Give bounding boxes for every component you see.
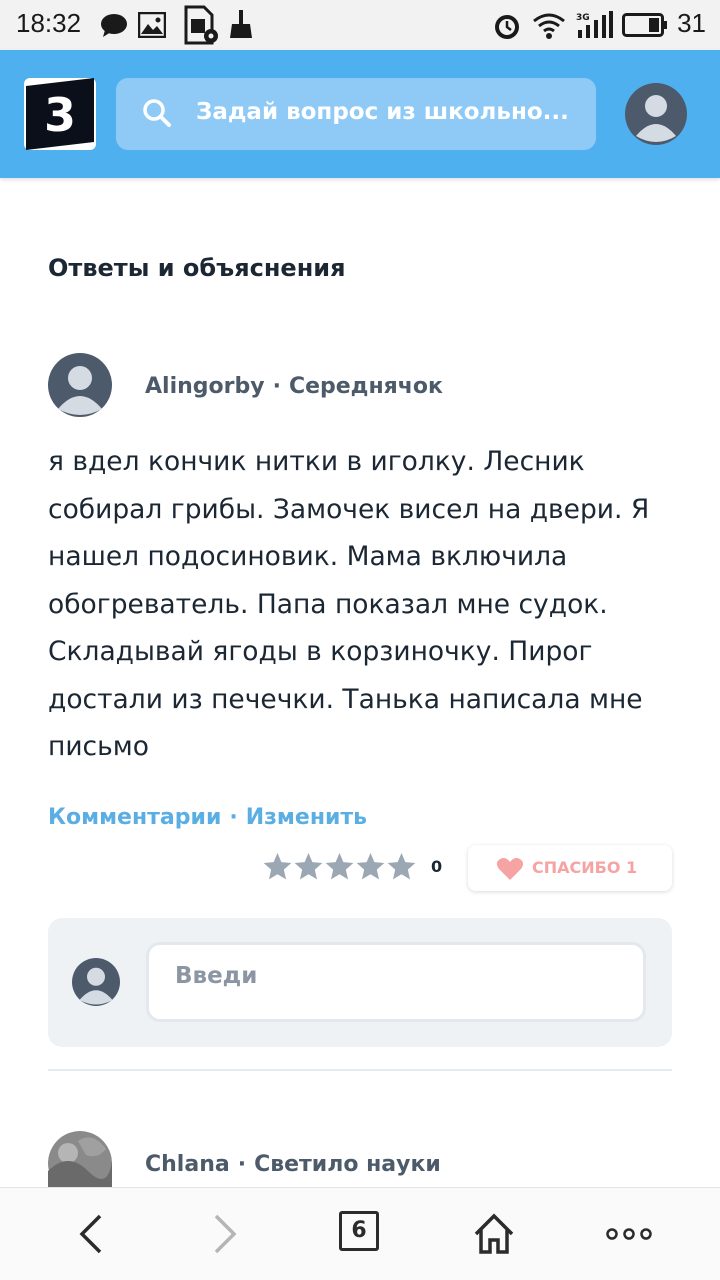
divider [48,1069,672,1071]
avatar-icon [72,958,120,1006]
tabs-button[interactable]: 6 [339,1211,379,1251]
app-header: 3 Задай вопрос из школьно... [0,50,720,178]
status-bar: 18:32 3G 31 [0,0,720,50]
heart-icon [496,857,524,880]
author-name[interactable]: Alingorby [145,374,265,399]
battery-icon [622,13,667,37]
home-icon[interactable] [472,1212,516,1256]
status-time: 18:32 [16,8,82,38]
answer-actions: Комментарии · Изменить [48,805,367,830]
comment-input[interactable]: Введи [146,942,646,1022]
search-bar[interactable]: Задай вопрос из школьно... [116,78,596,150]
browser-bottom-bar: 6 [0,1187,720,1280]
avatar-photo-icon [48,1131,112,1187]
comments-link[interactable]: Комментарии [48,805,221,830]
separator: · [272,374,281,399]
svg-text:3: 3 [44,88,76,142]
star-icon[interactable] [324,851,355,882]
author-info: Chlana · Светило науки [145,1152,441,1177]
rating-stars [262,851,417,885]
rating-count: 0 [431,857,443,876]
logo-icon: 3 [24,78,96,150]
battery-level: 31 [677,8,706,38]
star-icon[interactable] [355,851,386,882]
more-icon[interactable] [606,1228,652,1240]
author-rank: Середнячок [288,374,443,399]
wifi-icon [533,13,565,39]
star-icon[interactable] [262,851,293,882]
star-icon[interactable] [386,851,417,882]
search-icon [143,99,171,127]
search-placeholder: Задай вопрос из школьно... [196,99,569,125]
author-info: Alingorby · Середнячок [145,374,443,399]
avatar-icon [48,353,112,417]
sim-settings-icon [184,5,218,45]
author-avatar[interactable] [48,353,112,417]
broom-icon [230,10,252,38]
forward-arrow-icon[interactable] [210,1214,240,1254]
thanks-label: СПАСИБО 1 [532,858,638,877]
signal-icon: 3G [576,11,613,38]
separator: · [229,805,238,830]
comment-box: Введи [48,918,672,1047]
thanks-button[interactable]: СПАСИБО 1 [468,845,672,891]
author-avatar[interactable] [48,1131,112,1187]
commenter-avatar [72,958,120,1006]
brand-logo[interactable]: 3 [24,78,96,150]
back-arrow-icon[interactable] [76,1214,106,1254]
svg-text:3G: 3G [576,13,590,23]
answer-text: я вдел кончик нитки в иголку. Лесник соб… [48,446,650,762]
image-icon [138,12,166,38]
section-title: Ответы и объяснения [48,254,346,282]
edit-link[interactable]: Изменить [246,805,367,830]
author-name[interactable]: Chlana [145,1152,230,1177]
chat-bubble-icon [101,14,127,37]
author-rank: Светило науки [254,1152,441,1177]
alarm-icon [495,15,519,39]
separator: · [237,1152,247,1177]
star-icon[interactable] [293,851,324,882]
avatar-icon [625,83,687,145]
user-avatar[interactable] [624,82,688,146]
